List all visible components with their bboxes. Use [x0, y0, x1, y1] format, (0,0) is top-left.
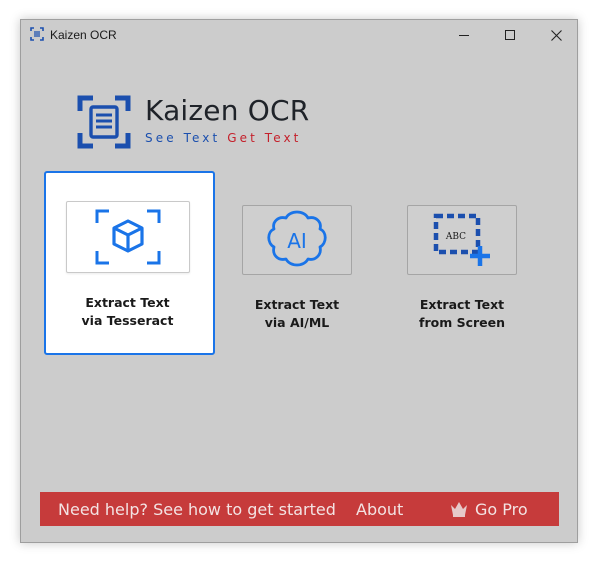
ai-brain-icon: AI — [267, 210, 327, 267]
option-tesseract-label: Extract Text via Tesseract — [44, 294, 211, 330]
option-ai-ml-line2: via AI/ML — [264, 315, 330, 330]
svg-text:AI: AI — [287, 229, 307, 253]
maximize-icon — [505, 30, 515, 40]
option-screen-label: Extract Text from Screen — [387, 296, 537, 332]
title-bar[interactable]: Kaizen OCR — [21, 20, 577, 50]
maximize-button[interactable] — [487, 20, 533, 50]
svg-text:ABC: ABC — [445, 232, 466, 242]
window-title: Kaizen OCR — [50, 28, 117, 42]
minimize-icon — [459, 35, 469, 36]
logo-icon — [77, 95, 131, 149]
crown-icon — [451, 501, 467, 517]
option-screen-line1: Extract Text — [419, 297, 505, 312]
option-tesseract-line2: via Tesseract — [81, 313, 174, 328]
option-screen-line2: from Screen — [419, 315, 505, 330]
option-screen[interactable]: ABC Extract Text from Screen — [387, 171, 558, 355]
tagline-get-text: Get Text — [227, 131, 302, 145]
ai-ml-tile[interactable]: AI — [242, 205, 352, 275]
close-icon — [550, 29, 562, 41]
tagline-see-text: See Text — [145, 131, 221, 145]
logo-title: Kaizen OCR — [145, 94, 310, 127]
about-link[interactable]: About — [356, 500, 403, 519]
minimize-button[interactable] — [441, 20, 487, 50]
option-tesseract[interactable]: Extract Text via Tesseract — [44, 171, 215, 355]
footer-bar: Need help? See how to get started About … — [40, 492, 559, 526]
option-tesseract-line1: Extract Text — [85, 295, 170, 310]
cube-scan-icon — [95, 209, 161, 265]
logo-tagline: See Text Get Text — [145, 131, 301, 145]
close-button[interactable] — [533, 20, 579, 50]
app-window: Kaizen OCR Kaizen OCR See Text Get Text — [20, 19, 578, 543]
go-pro-button[interactable]: Go Pro — [449, 498, 528, 519]
app-icon — [30, 27, 44, 41]
go-pro-label: Go Pro — [475, 500, 528, 519]
option-ai-ml-line1: Extract Text — [254, 297, 340, 312]
option-ai-ml-label: Extract Text via AI/ML — [222, 296, 372, 332]
help-link[interactable]: Need help? See how to get started — [58, 500, 336, 519]
screen-capture-icon: ABC — [433, 213, 490, 266]
option-ai-ml[interactable]: AI Extract Text via AI/ML — [222, 171, 393, 355]
screen-tile[interactable]: ABC — [407, 205, 517, 275]
tesseract-tile[interactable] — [66, 201, 190, 273]
